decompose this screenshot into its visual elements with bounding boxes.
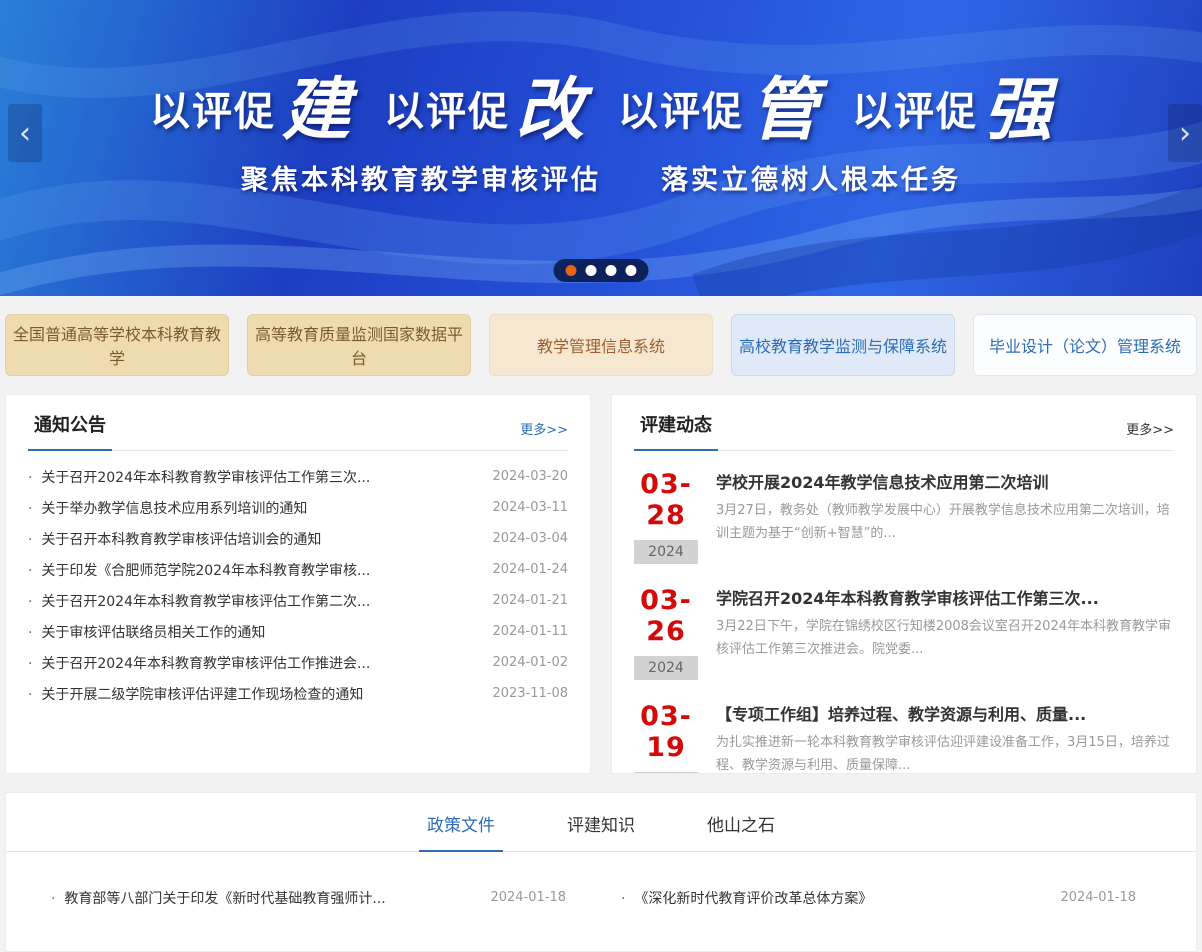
notice-row: 关于审核评估联络员相关工作的通知 2024-01-11 — [28, 616, 568, 647]
carousel-dots — [554, 259, 649, 282]
bottom-item-row: 教育部等八部门关于印发《新时代基础教育强师计... 2024-01-18 — [51, 882, 566, 913]
news-date-block: 03-28 2024 — [634, 469, 698, 564]
notice-row: 关于开展二级学院审核评估评建工作现场检查的通知 2023-11-08 — [28, 678, 568, 709]
news-date-block: 03-26 2024 — [634, 585, 698, 680]
news-month-day: 03-26 — [634, 585, 698, 647]
news-item: 03-28 2024 学校开展2024年教学信息技术应用第二次培训 3月27日，教务处… — [634, 469, 1174, 564]
headline-big-character: 管 — [750, 70, 818, 150]
notice-row: 关于召开2024年本科教育教学审核评估工作第三次... 2024-03-20 — [28, 461, 568, 492]
news-panel: 评建动态 更多>> 03-28 2024 学校开展2024年教学信息技术应用第二次培… — [611, 394, 1197, 774]
notice-date: 2024-01-11 — [492, 624, 568, 639]
carousel-dot[interactable] — [566, 265, 577, 276]
notice-title-link[interactable]: 关于召开本科教育教学审核评估培训会的通知 — [28, 529, 321, 549]
notice-date: 2023-11-08 — [492, 686, 568, 701]
quick-link-card[interactable]: 高等教育质量监测国家数据平台 — [247, 314, 471, 376]
notice-row: 关于举办教学信息技术应用系列培训的通知 2024-03-11 — [28, 492, 568, 523]
news-more-link[interactable]: 更多>> — [1126, 419, 1174, 450]
carousel-dot[interactable] — [606, 265, 617, 276]
quick-links-row: 全国普通高等学校本科教育教学高等教育质量监测国家数据平台教学管理信息系统高校教育… — [0, 296, 1202, 384]
news-year-badge: 2024 — [634, 772, 698, 774]
news-title-link[interactable]: 学院召开2024年本科教育教学审核评估工作第三次... — [716, 585, 1174, 609]
news-body: 学院召开2024年本科教育教学审核评估工作第三次... 3月22日下午，学院在锦绣… — [716, 585, 1174, 680]
headline-prefix-text: 以评促 — [618, 89, 744, 135]
carousel-next-button[interactable]: › — [1168, 104, 1202, 162]
banner-subtitle: 聚焦本科教育教学审核评估 落实立德树人根本任务 — [0, 158, 1202, 197]
bottom-tab-他山之石[interactable]: 他山之石 — [699, 811, 783, 851]
news-body: 【专项工作组】培养过程、教学资源与利用、质量... 为扎实推进新一轮本科教育教学审… — [716, 701, 1174, 774]
headline-prefix-text: 以评促 — [852, 89, 978, 135]
notice-title-link[interactable]: 关于召开2024年本科教育教学审核评估工作第二次... — [28, 591, 370, 611]
notice-row: 关于召开2024年本科教育教学审核评估工作推进会... 2024-01-02 — [28, 647, 568, 678]
notice-panel: 通知公告 更多>> 关于召开2024年本科教育教学审核评估工作第三次... 202… — [5, 394, 591, 774]
notice-title-link[interactable]: 关于开展二级学院审核评估评建工作现场检查的通知 — [28, 684, 363, 704]
bottom-item-row: 《深化新时代教育评价改革总体方案》 2024-01-18 — [621, 882, 1136, 913]
news-month-day: 03-19 — [634, 701, 698, 763]
notice-title-link[interactable]: 关于召开2024年本科教育教学审核评估工作第三次... — [28, 467, 370, 487]
notice-date: 2024-01-02 — [492, 655, 568, 670]
bottom-item-date: 2024-01-18 — [1060, 890, 1136, 905]
bottom-item-date: 2024-01-18 — [490, 890, 566, 905]
bottom-column: 教育部等八部门关于印发《新时代基础教育强师计... 2024-01-18 — [51, 882, 566, 913]
bottom-tabs: 政策文件 评建知识 他山之石 — [6, 811, 1196, 852]
news-year-badge: 2024 — [634, 656, 698, 680]
quick-link-card[interactable]: 教学管理信息系统 — [489, 314, 713, 376]
news-item: 03-19 2024 【专项工作组】培养过程、教学资源与利用、质量... 为扎实推进新… — [634, 701, 1174, 774]
quick-link-card[interactable]: 毕业设计（论文）管理系统 — [973, 314, 1197, 376]
bottom-column: 《深化新时代教育评价改革总体方案》 2024-01-18 — [621, 882, 1136, 913]
notice-date: 2024-03-11 — [492, 500, 568, 515]
news-summary: 3月22日下午，学院在锦绣校区行知楼2008会议室召开2024年本科教育教学审核… — [716, 616, 1174, 662]
news-month-day: 03-28 — [634, 469, 698, 531]
news-item: 03-26 2024 学院召开2024年本科教育教学审核评估工作第三次... 3月22… — [634, 585, 1174, 680]
news-panel-title: 评建动态 — [634, 411, 718, 451]
notice-title-link[interactable]: 关于印发《合肥师范学院2024年本科教育教学审核... — [28, 560, 370, 580]
carousel-dot[interactable] — [586, 265, 597, 276]
news-body: 学校开展2024年教学信息技术应用第二次培训 3月27日，教务处（教师教学发展中心… — [716, 469, 1174, 564]
headline-big-character: 强 — [984, 70, 1052, 150]
news-title-link[interactable]: 【专项工作组】培养过程、教学资源与利用、质量... — [716, 701, 1174, 725]
news-summary: 3月27日，教务处（教师教学发展中心）开展教学信息技术应用第二次培训，培训主题为… — [716, 500, 1174, 546]
notice-row: 关于召开2024年本科教育教学审核评估工作第二次... 2024-01-21 — [28, 585, 568, 616]
banner-headline: 以评促建以评促改以评促管以评促强 — [0, 54, 1202, 153]
carousel-prev-button[interactable]: ‹ — [8, 104, 42, 162]
news-summary: 为扎实推进新一轮本科教育教学审核评估迎评建设准备工作，3月15日，培养过程、教学… — [716, 732, 1174, 774]
notice-title-link[interactable]: 关于召开2024年本科教育教学审核评估工作推进会... — [28, 653, 370, 673]
news-date-block: 03-19 2024 — [634, 701, 698, 774]
banner-carousel: 以评促建以评促改以评促管以评促强 聚焦本科教育教学审核评估 落实立德树人根本任务… — [0, 0, 1202, 296]
headline-big-character: 建 — [282, 70, 350, 150]
notice-date: 2024-01-24 — [492, 562, 568, 577]
news-year-badge: 2024 — [634, 540, 698, 564]
bottom-columns: 教育部等八部门关于印发《新时代基础教育强师计...2024-01-18《深化新时… — [6, 852, 1196, 913]
notice-more-link[interactable]: 更多>> — [520, 419, 568, 450]
bottom-tab-评建知识[interactable]: 评建知识 — [559, 811, 643, 851]
notice-date: 2024-03-04 — [492, 531, 568, 546]
headline-prefix-text: 以评促 — [150, 89, 276, 135]
notice-title-link[interactable]: 关于举办教学信息技术应用系列培训的通知 — [28, 498, 307, 518]
quick-link-card[interactable]: 全国普通高等学校本科教育教学 — [5, 314, 229, 376]
headline-big-character: 改 — [516, 70, 584, 150]
main-content: 通知公告 更多>> 关于召开2024年本科教育教学审核评估工作第三次... 202… — [0, 384, 1202, 774]
bottom-item-link[interactable]: 《深化新时代教育评价改革总体方案》 — [621, 888, 872, 908]
news-list: 03-28 2024 学校开展2024年教学信息技术应用第二次培训 3月27日，教务处… — [634, 451, 1174, 774]
quick-link-card[interactable]: 高校教育教学监测与保障系统 — [731, 314, 955, 376]
carousel-dot[interactable] — [626, 265, 637, 276]
notice-date: 2024-01-21 — [492, 593, 568, 608]
headline-prefix-text: 以评促 — [384, 89, 510, 135]
news-title-link[interactable]: 学校开展2024年教学信息技术应用第二次培训 — [716, 469, 1174, 493]
bottom-section: 政策文件 评建知识 他山之石 教育部等八部门关于印发《新时代基础教育强师计... 20… — [5, 792, 1197, 952]
notice-row: 关于召开本科教育教学审核评估培训会的通知 2024-03-04 — [28, 523, 568, 554]
news-panel-header: 评建动态 更多>> — [634, 395, 1174, 451]
notice-panel-header: 通知公告 更多>> — [28, 395, 568, 451]
notice-list: 关于召开2024年本科教育教学审核评估工作第三次... 2024-03-20 关于举… — [28, 451, 568, 719]
notice-title-link[interactable]: 关于审核评估联络员相关工作的通知 — [28, 622, 265, 642]
notice-row: 关于印发《合肥师范学院2024年本科教育教学审核... 2024-01-24 — [28, 554, 568, 585]
bottom-tab-政策文件[interactable]: 政策文件 — [419, 811, 503, 852]
notice-date: 2024-03-20 — [492, 469, 568, 484]
notice-panel-title: 通知公告 — [28, 411, 112, 451]
bottom-item-link[interactable]: 教育部等八部门关于印发《新时代基础教育强师计... — [51, 888, 386, 908]
